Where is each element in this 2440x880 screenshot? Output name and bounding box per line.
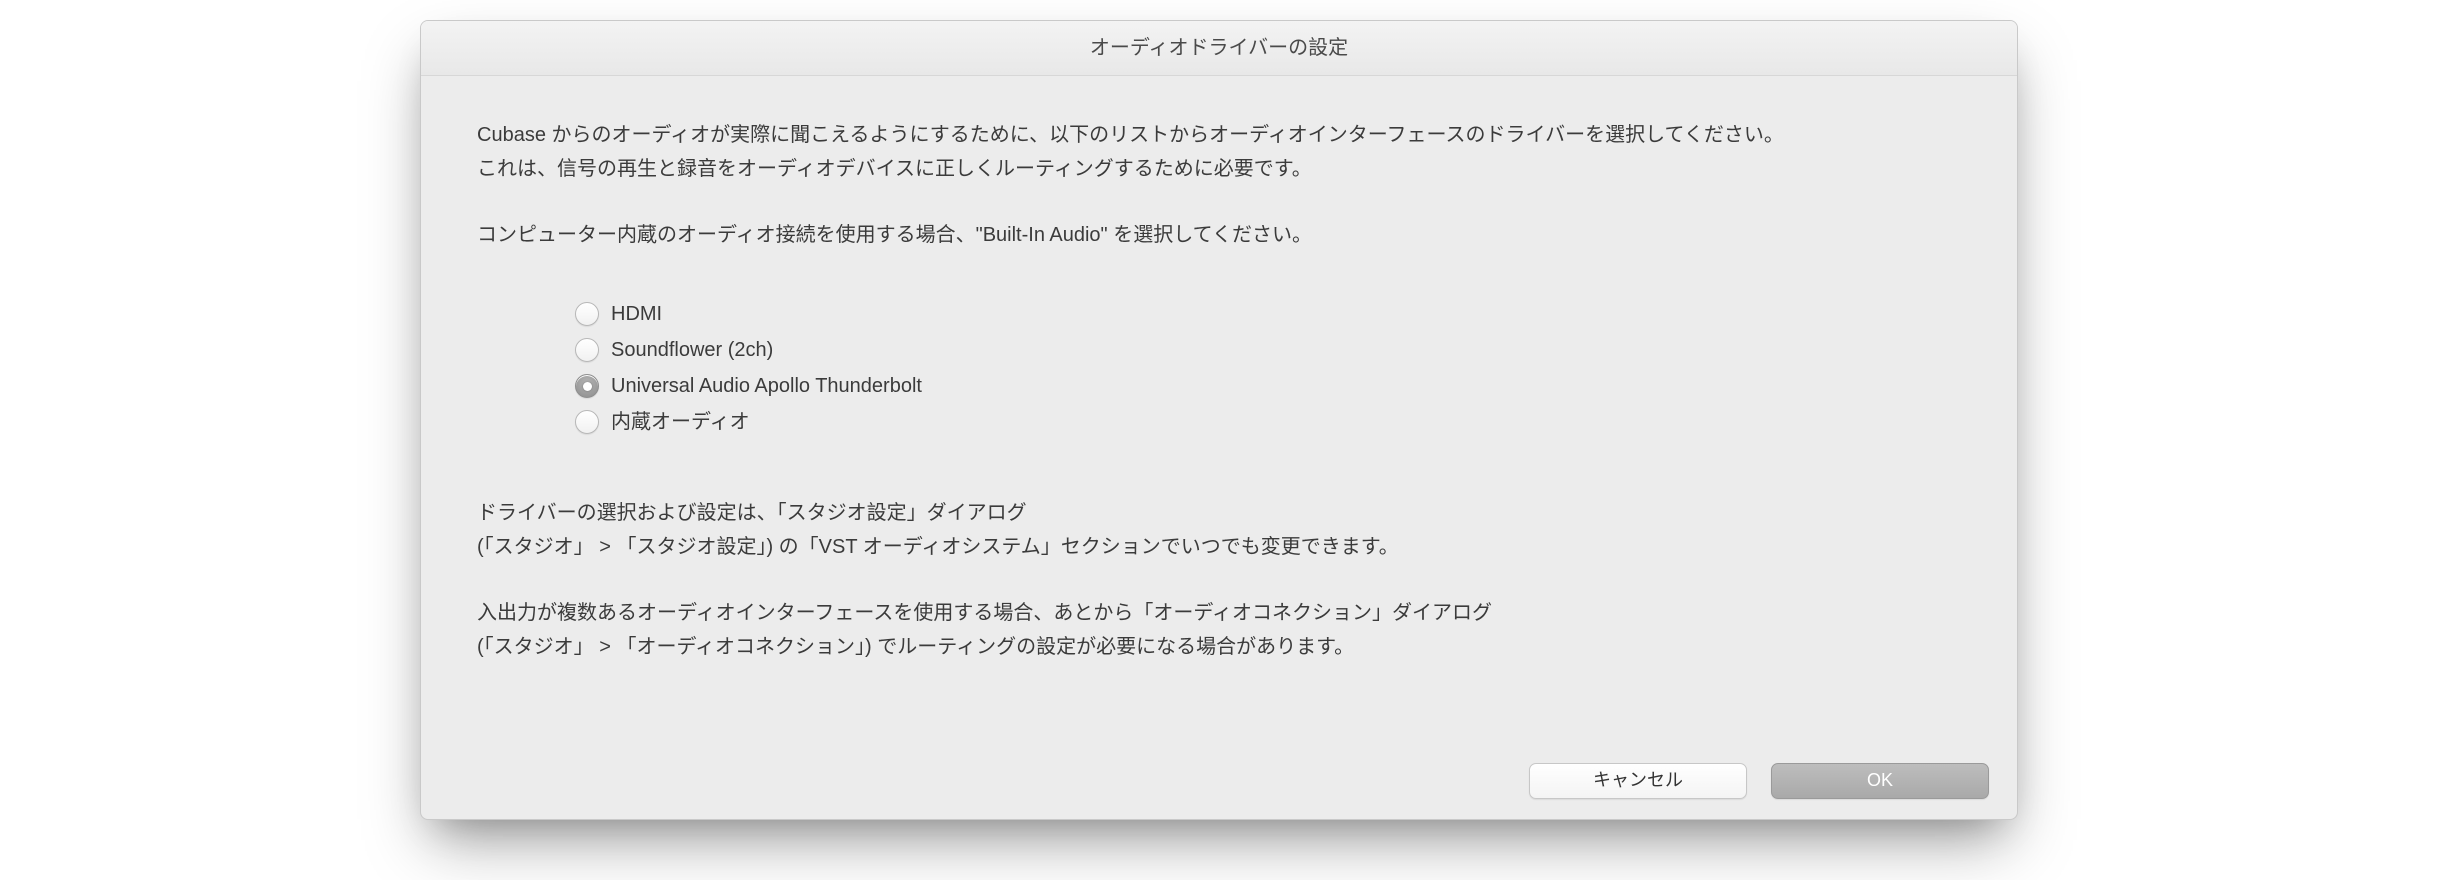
dialog-content: Cubase からのオーディオが実際に聞こえるようにするために、以下のリストから… [421, 76, 2017, 664]
driver-option-label: Soundflower (2ch) [611, 333, 773, 367]
dialog-footer: キャンセル OK [1529, 763, 1989, 799]
dialog-title: オーディオドライバーの設定 [421, 21, 2017, 76]
radio-icon [575, 338, 599, 362]
radio-icon [575, 410, 599, 434]
driver-option-hdmi[interactable]: HDMI [575, 296, 1961, 332]
cancel-button[interactable]: キャンセル [1529, 763, 1747, 799]
note-line2: (「スタジオ」 > 「スタジオ設定」) の「VST オーディオシステム」セクショ… [477, 530, 1961, 564]
note-line1: ドライバーの選択および設定は、「スタジオ設定」ダイアログ [477, 496, 1961, 530]
driver-option-apollo[interactable]: Universal Audio Apollo Thunderbolt [575, 368, 1961, 404]
driver-option-label: 内蔵オーディオ [611, 405, 750, 439]
note-line3: 入出力が複数あるオーディオインターフェースを使用する場合、あとから「オーディオコ… [477, 596, 1961, 630]
intro-text-line2: これは、信号の再生と録音をオーディオデバイスに正しくルーティングするために必要で… [477, 152, 1961, 186]
driver-option-builtin[interactable]: 内蔵オーディオ [575, 404, 1961, 440]
driver-radio-list: HDMI Soundflower (2ch) Universal Audio A… [575, 296, 1961, 440]
intro-text-line1: Cubase からのオーディオが実際に聞こえるようにするために、以下のリストから… [477, 118, 1961, 152]
ok-button[interactable]: OK [1771, 763, 1989, 799]
intro-text-line3: コンピューター内蔵のオーディオ接続を使用する場合、"Built-In Audio… [477, 218, 1961, 252]
radio-icon-selected [575, 374, 599, 398]
audio-driver-setup-dialog: オーディオドライバーの設定 Cubase からのオーディオが実際に聞こえるように… [420, 20, 2018, 820]
driver-option-label: Universal Audio Apollo Thunderbolt [611, 369, 922, 403]
driver-option-soundflower[interactable]: Soundflower (2ch) [575, 332, 1961, 368]
driver-option-label: HDMI [611, 297, 662, 331]
radio-icon [575, 302, 599, 326]
note-line4: (「スタジオ」 > 「オーディオコネクション」) でルーティングの設定が必要にな… [477, 630, 1961, 664]
